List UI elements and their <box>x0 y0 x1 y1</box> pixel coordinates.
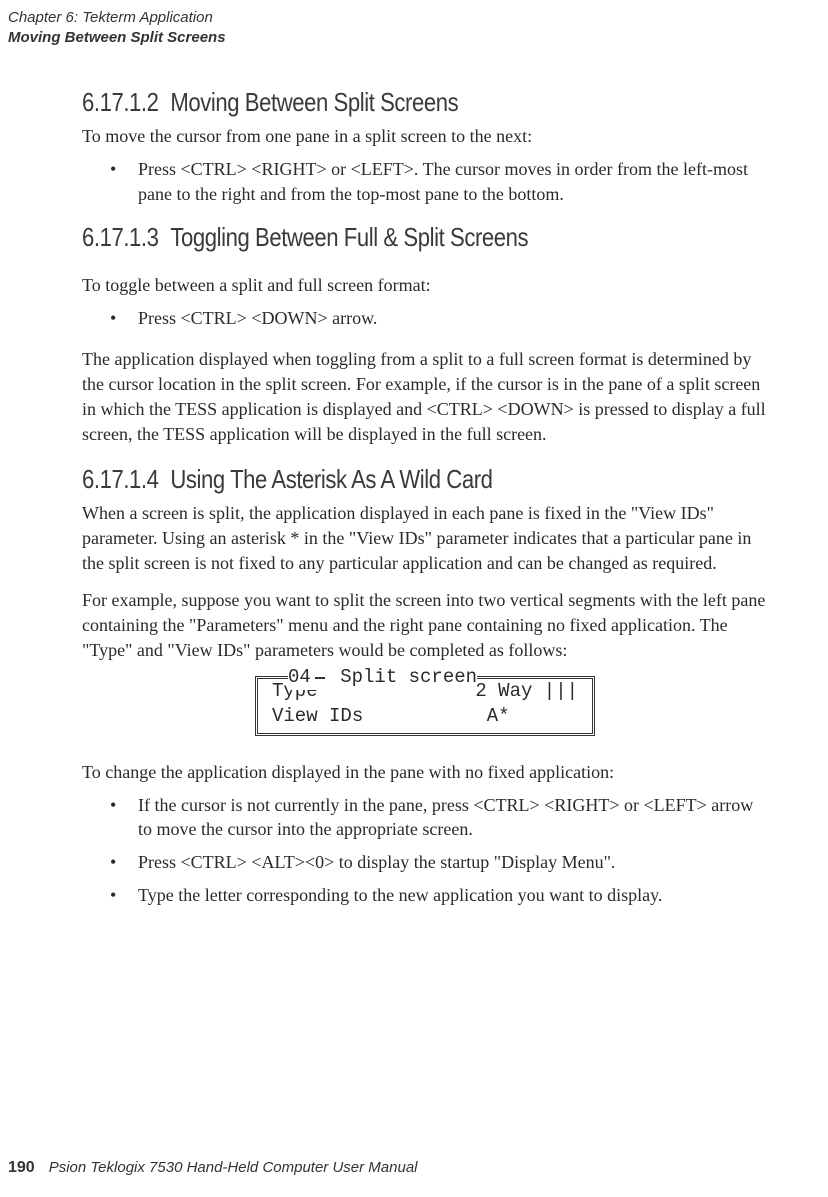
diagram-legend: 04 Split screen <box>288 665 477 690</box>
heading-6-17-1-2: 6.17.1.2 Moving Between Split Screens <box>82 87 665 118</box>
diagram-row: View IDs A* <box>272 704 578 729</box>
paragraph: To toggle between a split and full scree… <box>82 273 768 298</box>
list-item: Press <CTRL> <ALT><0> to display the sta… <box>82 850 768 875</box>
header-section-title: Moving Between Split Screens <box>8 28 768 48</box>
chapter-header: Chapter 6: Tekterm Application Moving Be… <box>8 8 768 47</box>
section-number: 6.17.1.2 <box>82 87 158 117</box>
list-item: Press <CTRL> <RIGHT> or <LEFT>. The curs… <box>82 157 768 207</box>
section-heading-text: Toggling Between Full & Split Screens <box>170 222 528 252</box>
page-content: 6.17.1.2 Moving Between Split Screens To … <box>82 87 768 908</box>
paragraph: When a screen is split, the application … <box>82 501 768 575</box>
legend-dash-icon <box>315 677 325 679</box>
legend-text: Split screen <box>340 665 477 690</box>
legend-number: 04 <box>288 665 311 690</box>
section-heading-text: Using The Asterisk As A Wild Card <box>170 464 492 494</box>
section-heading-text: Moving Between Split Screens <box>170 87 458 117</box>
paragraph: To change the application displayed in t… <box>82 760 768 785</box>
paragraph: For example, suppose you want to split t… <box>82 588 768 662</box>
heading-6-17-1-4: 6.17.1.4 Using The Asterisk As A Wild Car… <box>82 464 665 495</box>
row-value: 2 Way ||| <box>475 679 578 704</box>
bullet-list: Press <CTRL> <DOWN> arrow. <box>82 306 768 331</box>
chapter-label: Chapter 6: Tekterm Application <box>8 8 768 28</box>
footer-text: Psion Teklogix 7530 Hand-Held Computer U… <box>49 1159 418 1176</box>
heading-6-17-1-3: 6.17.1.3 Toggling Between Full & Split Sc… <box>82 222 665 253</box>
row-label: View IDs <box>272 704 363 729</box>
section-number: 6.17.1.3 <box>82 222 158 252</box>
paragraph: The application displayed when toggling … <box>82 347 768 446</box>
row-value: A* <box>487 704 578 729</box>
split-screen-diagram: 04 Split screen Type 2 Way ||| View IDs … <box>255 676 595 735</box>
list-item: Type the letter corresponding to the new… <box>82 883 768 908</box>
list-item: Press <CTRL> <DOWN> arrow. <box>82 306 768 331</box>
list-item: If the cursor is not currently in the pa… <box>82 793 768 843</box>
page-footer: 190 Psion Teklogix 7530 Hand-Held Compute… <box>8 1159 418 1177</box>
bullet-list: Press <CTRL> <RIGHT> or <LEFT>. The curs… <box>82 157 768 207</box>
page-number: 190 <box>8 1159 35 1176</box>
paragraph: To move the cursor from one pane in a sp… <box>82 124 768 149</box>
bullet-list: If the cursor is not currently in the pa… <box>82 793 768 908</box>
section-number: 6.17.1.4 <box>82 464 158 494</box>
